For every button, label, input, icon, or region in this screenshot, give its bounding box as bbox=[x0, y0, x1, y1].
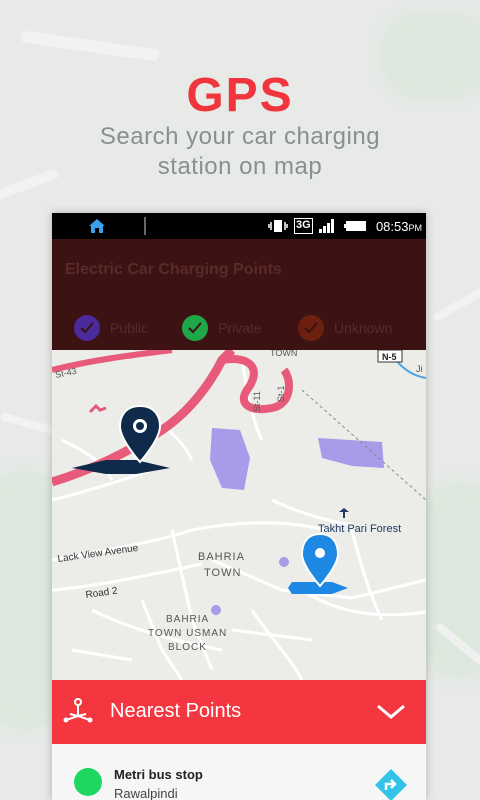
promo-subline-line-1: Search your car charging bbox=[99, 123, 381, 150]
list-item-city: Rawalpindi bbox=[114, 786, 178, 800]
list-item[interactable]: Metri bus stop Rawalpindi bbox=[52, 744, 426, 800]
map-label-n5: N-5 bbox=[382, 352, 397, 362]
current-location-pin-icon[interactable] bbox=[72, 404, 170, 474]
map-label-town: TOWN bbox=[270, 350, 297, 358]
status-divider bbox=[144, 217, 146, 235]
vibrate-icon bbox=[268, 220, 288, 232]
map-label-ji: Ji bbox=[416, 364, 423, 374]
roads bbox=[52, 359, 426, 680]
map-label-forest: Takht Pari Forest bbox=[318, 523, 401, 535]
map-label-bahria-town: TOWN bbox=[204, 567, 241, 579]
clock: 08:53PM bbox=[376, 219, 422, 234]
map-view[interactable]: TOWN N-5 St-43 St-11 St-1 Ji Takht Pari … bbox=[52, 350, 426, 680]
park-area bbox=[318, 438, 384, 468]
map-label-st1: St-1 bbox=[276, 385, 286, 402]
promo-headline: GPS bbox=[186, 69, 294, 122]
map-label-lake-view: Lack View Avenue bbox=[57, 543, 140, 565]
clock-time: 08:53 bbox=[375, 219, 409, 234]
legend-label: Public bbox=[110, 320, 149, 336]
park-area bbox=[211, 605, 221, 615]
park-area bbox=[210, 428, 250, 490]
promo-subline-line-2: station on map bbox=[157, 153, 323, 180]
network-type-badge: 3G bbox=[294, 218, 313, 234]
park-area bbox=[279, 557, 289, 567]
list-item-name: Metri bus stop bbox=[114, 767, 203, 782]
legend-private[interactable]: Private bbox=[182, 315, 262, 341]
map-label-usman-3: BLOCK bbox=[168, 642, 207, 653]
app-header: Electric Car Charging Points Public Priv… bbox=[52, 239, 426, 350]
map-label-usman-1: BAHRIA bbox=[166, 614, 209, 625]
map-label-road2: Road 2 bbox=[85, 586, 119, 601]
nearest-points-label: Nearest Points bbox=[110, 700, 242, 722]
clock-ampm: PM bbox=[408, 223, 423, 233]
check-icon bbox=[298, 315, 324, 341]
nearest-points-header[interactable]: Nearest Points bbox=[52, 680, 426, 744]
status-dot bbox=[74, 768, 102, 796]
map-label-bahria: BAHRIA bbox=[198, 551, 245, 563]
legend-label: Unknown bbox=[334, 320, 393, 336]
map-label-st11: St-11 bbox=[252, 391, 262, 412]
status-bar: 3G 08:53PM bbox=[52, 213, 426, 239]
forest-icon bbox=[339, 508, 349, 518]
charging-station-pin-icon[interactable] bbox=[288, 532, 348, 594]
promo-subline: Search your car charging station on map bbox=[0, 122, 480, 182]
phone-screen: 3G 08:53PM Electric Car Charging Points … bbox=[52, 213, 426, 800]
legend-label: Private bbox=[218, 320, 262, 336]
directions-icon[interactable] bbox=[374, 768, 408, 800]
battery-icon bbox=[344, 221, 366, 231]
chevron-down-icon[interactable] bbox=[376, 704, 406, 720]
map-label-usman-2: TOWN USMAN bbox=[148, 628, 227, 639]
legend-public[interactable]: Public bbox=[74, 315, 148, 341]
map-canvas[interactable]: TOWN N-5 St-43 St-11 St-1 Ji Takht Pari … bbox=[52, 350, 426, 680]
app-title: Electric Car Charging Points bbox=[65, 261, 282, 278]
signal-icon bbox=[319, 219, 334, 233]
marker-stub bbox=[88, 403, 107, 414]
home-icon[interactable] bbox=[88, 218, 106, 234]
route-icon bbox=[63, 698, 93, 723]
legend-unknown[interactable]: Unknown bbox=[298, 315, 392, 341]
check-icon bbox=[74, 315, 100, 341]
check-icon bbox=[182, 315, 208, 341]
